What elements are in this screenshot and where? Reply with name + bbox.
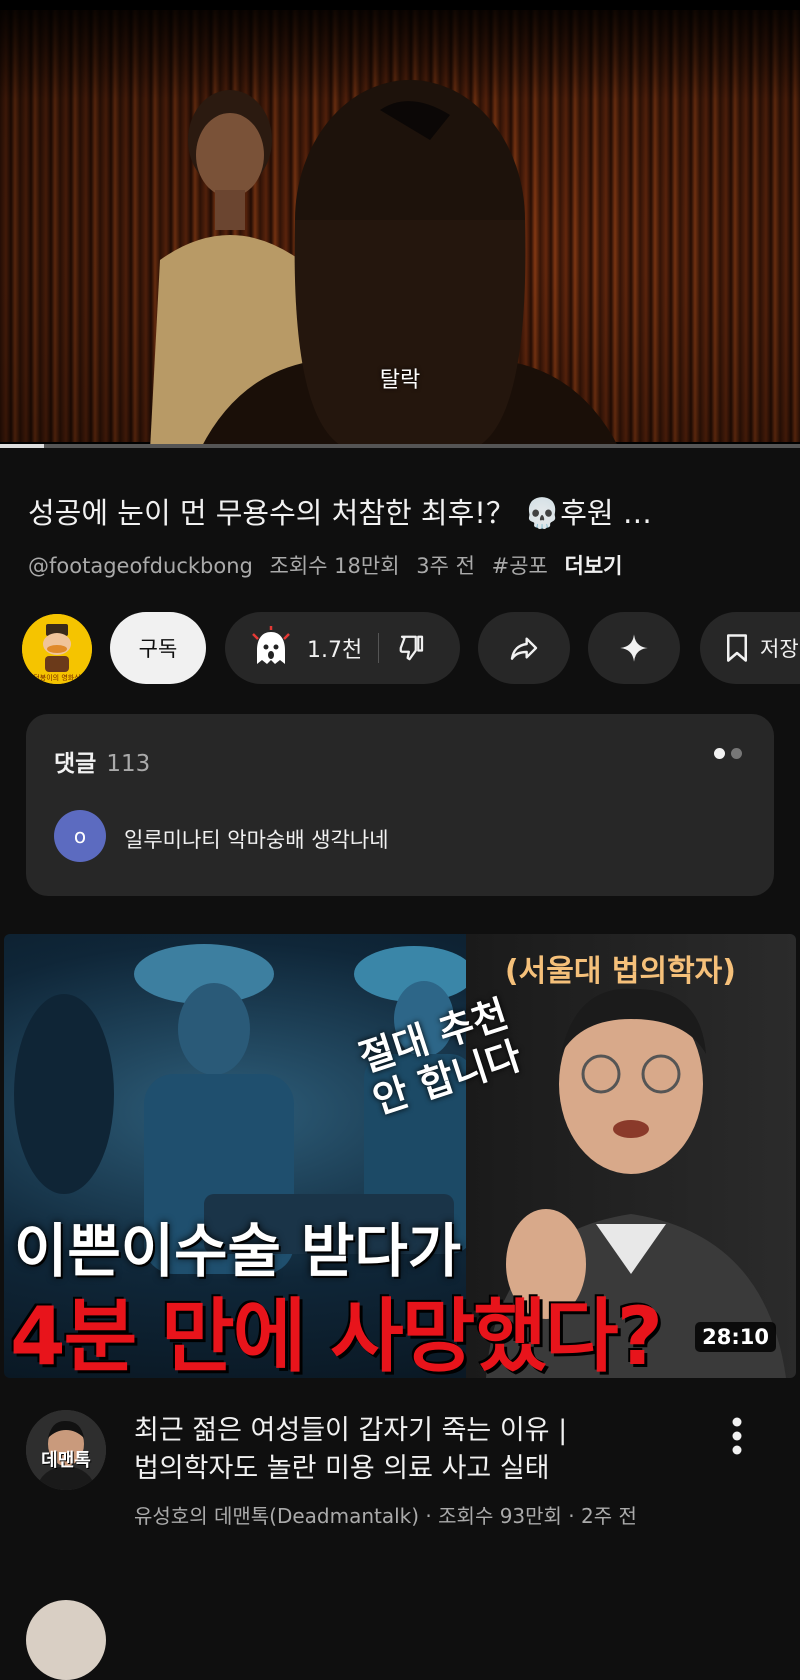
duck-mascot-icon: 덕봉이의 영화식 [22, 614, 92, 684]
comments-card[interactable]: 댓글 113 o 일루미나티 악마숭배 생각나네 [26, 714, 774, 896]
hashtag-link[interactable]: #공포 [492, 554, 548, 578]
scared-ghost-like-icon [252, 626, 290, 664]
svg-text:덕봉이의 영화식: 덕봉이의 영화식 [33, 673, 80, 682]
top-comment-text: 일루미나티 악마숭배 생각나네 [124, 828, 389, 852]
share-button[interactable] [478, 612, 570, 684]
recommended-channel-avatar-text: 데맨톡 [41, 1450, 91, 1471]
video-subtitle: 탈락 [379, 368, 421, 393]
video-progress-fill [0, 444, 44, 448]
like-count: 1.7천 [307, 638, 363, 663]
save-label: 저장 [760, 637, 799, 661]
sparkle-icon [620, 634, 648, 662]
comments-header: 댓글 113 [54, 744, 150, 778]
subscribe-button[interactable]: 구독 [110, 612, 206, 684]
carousel-dot-active [714, 748, 725, 759]
thumbnail-top-caption: (서울대 법의학자) [504, 954, 736, 989]
bookmark-icon [727, 634, 747, 662]
channel-handle[interactable]: @footageofduckbong [28, 554, 253, 578]
comments-label: 댓글 [54, 751, 97, 777]
ask-ai-button[interactable] [588, 612, 680, 684]
video-progress-bar[interactable] [0, 444, 800, 448]
more-options-icon[interactable] [725, 1416, 749, 1456]
video-player[interactable]: 탈락 [0, 0, 800, 448]
upload-age: 3주 전 [416, 554, 475, 578]
more-button[interactable]: 더보기 [565, 554, 623, 578]
dislike-button[interactable] [397, 633, 427, 663]
recommended-thumbnail[interactable]: (서울대 법의학자) 절대 추천 안 합니다 이쁜이수술 받다가 4분 만에 사… [4, 934, 796, 1378]
recommended-channel-avatar[interactable]: 데맨톡 [26, 1410, 106, 1490]
next-video-avatar[interactable] [26, 1600, 106, 1680]
like-dislike-group: 1.7천 [225, 612, 460, 684]
carousel-dots [714, 748, 742, 759]
recommended-video-meta: 유성호의 데맨톡(Deadmantalk) · 조회수 93만회 · 2주 전 [134, 1504, 637, 1528]
video-duration-badge: 28:10 [695, 1322, 776, 1352]
view-count: 조회수 18만회 [269, 554, 400, 578]
like-button[interactable]: 1.7천 [225, 626, 362, 670]
recommended-video-title[interactable]: 최근 젊은 여성들이 갑자기 죽는 이유 | 법의학자도 놀란 미용 의료 사고… [134, 1412, 694, 1488]
video-title[interactable]: 성공에 눈이 먼 무용수의 처참한 최후!？ 💀후원 … [28, 490, 778, 532]
commenter-avatar: o [54, 810, 106, 862]
thumbnail-headline-line2: 4분 만에 사망했다? [10, 1290, 663, 1378]
like-divider [378, 633, 380, 663]
comments-count: 113 [106, 751, 151, 777]
save-button[interactable]: 저장 [700, 612, 800, 684]
channel-avatar[interactable]: 덕봉이의 영화식 [22, 614, 92, 684]
share-icon [510, 637, 538, 660]
video-meta[interactable]: @footageofduckbong 조회수 18만회 3주 전 #공포 더보기 [28, 550, 633, 580]
carousel-dot [731, 748, 742, 759]
